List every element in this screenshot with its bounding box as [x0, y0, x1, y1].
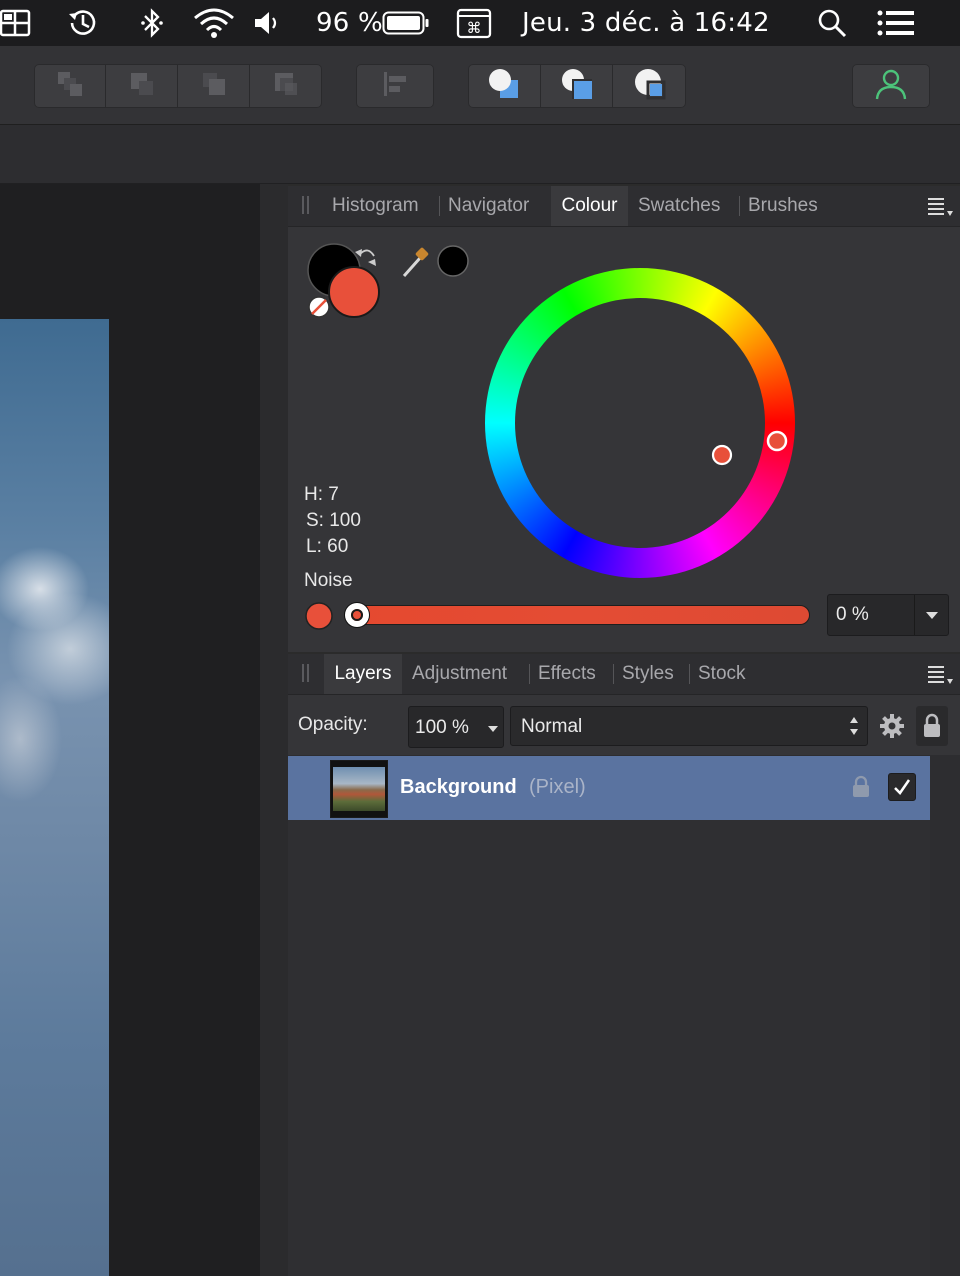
colour-panel-tabbar: Histogram Navigator Colour Swatches Brus…	[288, 186, 960, 227]
subtract-shapes-icon	[559, 66, 595, 107]
checkmark-icon	[894, 779, 911, 795]
user-button[interactable]	[852, 64, 930, 108]
panel-menu-icon[interactable]	[928, 664, 953, 686]
canvas-area[interactable]	[0, 184, 260, 1276]
bluetooth-icon[interactable]	[138, 0, 166, 46]
intersect-shapes-icon	[632, 66, 668, 107]
move-to-back-button[interactable]	[34, 64, 106, 108]
hue-handle[interactable]	[762, 426, 792, 456]
arrange-button-group	[34, 64, 322, 108]
move-forward-one-button[interactable]	[178, 64, 250, 108]
context-toolbar	[0, 125, 960, 184]
move-to-front-button[interactable]	[250, 64, 322, 108]
blend-mode-value[interactable]: Normal	[521, 716, 582, 738]
menubar-clock[interactable]: Jeu. 3 déc. à 16:42	[522, 0, 770, 46]
battery-icon[interactable]	[382, 0, 430, 46]
subtract-shapes-button[interactable]	[541, 64, 613, 108]
app-icon[interactable]	[0, 0, 34, 46]
add-shapes-icon	[486, 66, 522, 107]
picked-colour-swatch[interactable]	[436, 244, 470, 278]
panel-grip[interactable]	[302, 196, 304, 214]
move-to-front-icon	[271, 69, 301, 104]
no-colour-icon[interactable]	[307, 295, 331, 319]
opacity-dropdown[interactable]: 100 %	[408, 706, 504, 748]
svg-text:⌘: ⌘	[467, 19, 482, 37]
menu-bar: 96 % ⌘ Jeu. 3 déc. à 16:42	[0, 0, 960, 46]
tab-colour[interactable]: Colour	[551, 186, 628, 226]
boolean-button-group	[468, 64, 686, 108]
tab-layers[interactable]: Layers	[324, 654, 402, 694]
tab-adjustment[interactable]: Adjustment	[404, 654, 515, 694]
lightness-value: L: 60	[306, 536, 349, 557]
panel-grip[interactable]	[307, 196, 309, 214]
colour-picker-icon[interactable]	[400, 244, 440, 280]
main-toolbar	[0, 46, 960, 125]
panel-menu-icon[interactable]	[928, 196, 953, 218]
saturation-lightness-handle[interactable]	[708, 441, 736, 469]
stepper-arrows-icon	[848, 713, 860, 745]
move-back-one-icon	[127, 69, 157, 104]
keyboard-viewer-icon[interactable]: ⌘	[456, 0, 492, 46]
layer-visibility-checkbox[interactable]	[888, 773, 916, 801]
layer-type: (Pixel)	[529, 776, 586, 798]
layer-row[interactable]: Background (Pixel)	[288, 756, 930, 820]
align-icon	[380, 69, 410, 104]
layer-name[interactable]: Background	[400, 776, 517, 799]
intersect-shapes-button[interactable]	[613, 64, 686, 108]
tab-brushes[interactable]: Brushes	[740, 186, 826, 226]
panel-grip[interactable]	[302, 664, 304, 682]
saturation-value: S: 100	[306, 510, 361, 531]
lock-icon	[921, 713, 943, 744]
battery-percent[interactable]: 96 %	[316, 0, 383, 46]
tab-navigator[interactable]: Navigator	[440, 186, 537, 226]
layers-panel-tabbar: Layers Adjustment Effects Styles Stock	[288, 654, 960, 695]
noise-value[interactable]: 0 %	[836, 604, 869, 626]
noise-value-dropdown[interactable]: 0 %	[827, 594, 949, 636]
hue-ring[interactable]	[485, 268, 795, 578]
panel-divider	[260, 184, 288, 1276]
chevron-down-icon	[487, 719, 499, 741]
notification-center-icon[interactable]	[876, 0, 916, 46]
noise-slider-handle[interactable]	[345, 603, 369, 627]
spotlight-icon[interactable]	[816, 0, 848, 46]
persona-button-group	[852, 64, 930, 108]
tab-styles[interactable]: Styles	[614, 654, 682, 694]
opacity-label: Opacity:	[298, 714, 368, 735]
volume-icon[interactable]	[252, 0, 284, 46]
chevron-down-icon[interactable]	[925, 606, 939, 628]
layer-thumbnail[interactable]	[330, 760, 388, 818]
user-icon	[874, 67, 908, 106]
layers-panel: Layers Adjustment Effects Styles Stock O…	[288, 654, 960, 1276]
blend-mode-select[interactable]: Normal	[510, 706, 868, 746]
move-forward-one-icon	[199, 69, 229, 104]
tab-effects[interactable]: Effects	[530, 654, 604, 694]
layers-list: Background (Pixel)	[288, 756, 930, 1276]
add-shapes-button[interactable]	[468, 64, 541, 108]
move-back-one-button[interactable]	[106, 64, 178, 108]
tab-stock[interactable]: Stock	[690, 654, 754, 694]
panel-grip[interactable]	[307, 664, 309, 682]
align-button-group	[356, 64, 434, 108]
noise-slider[interactable]	[344, 603, 810, 627]
colour-panel: Histogram Navigator Colour Swatches Brus…	[288, 186, 960, 652]
lock-button[interactable]	[916, 706, 948, 746]
move-to-back-icon	[55, 69, 85, 104]
document-image[interactable]	[0, 319, 109, 1276]
time-machine-icon[interactable]	[64, 0, 102, 46]
noise-label: Noise	[304, 570, 353, 591]
layers-options-bar: Opacity: 100 % Normal	[288, 695, 960, 755]
wifi-icon[interactable]	[192, 0, 236, 46]
opacity-value[interactable]: 100 %	[415, 717, 469, 739]
noise-colour-swatch	[305, 602, 333, 630]
align-button[interactable]	[356, 64, 434, 108]
gear-icon[interactable]	[878, 712, 906, 745]
tab-histogram[interactable]: Histogram	[324, 186, 427, 226]
hue-value: H: 7	[304, 484, 339, 505]
wheel-center	[515, 298, 765, 548]
tab-swatches[interactable]: Swatches	[630, 186, 728, 226]
layer-lock-icon[interactable]	[851, 775, 871, 804]
